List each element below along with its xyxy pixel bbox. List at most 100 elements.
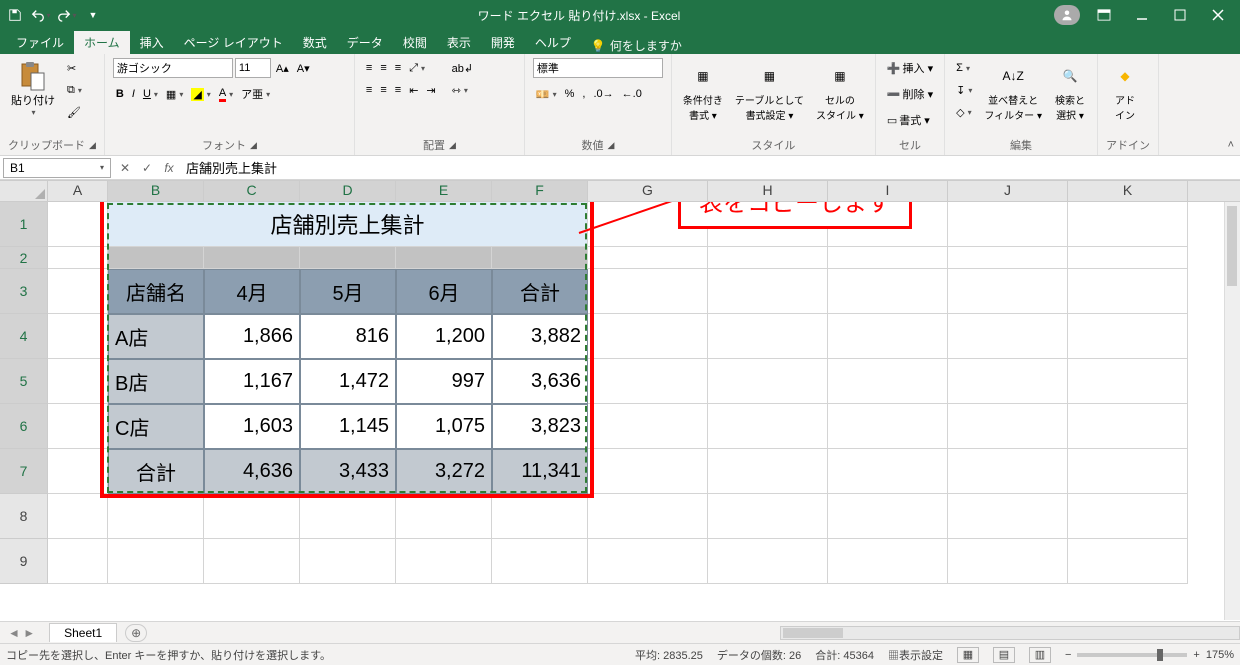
cell-K6[interactable] (1068, 404, 1188, 449)
cell-A6[interactable] (48, 404, 108, 449)
cell-K7[interactable] (1068, 449, 1188, 494)
cell-D2[interactable] (300, 247, 396, 269)
align-left-button[interactable]: ≡ (363, 80, 375, 100)
cell-B2[interactable] (108, 247, 204, 269)
cell-D9[interactable] (300, 539, 396, 584)
format-as-table-button[interactable]: ▦テーブルとして 書式設定 ▾ (732, 58, 807, 124)
cell-I3[interactable] (828, 269, 948, 314)
cell-I8[interactable] (828, 494, 948, 539)
cell-E2[interactable] (396, 247, 492, 269)
cell-E9[interactable] (396, 539, 492, 584)
cell-C8[interactable] (204, 494, 300, 539)
cell-K2[interactable] (1068, 247, 1188, 269)
font-size-combo[interactable] (235, 58, 271, 78)
phonetic-button[interactable]: ア亜▾ (238, 84, 273, 104)
cell-G3[interactable] (588, 269, 708, 314)
sort-filter-button[interactable]: A↓Z並べ替えと フィルター ▾ (981, 58, 1045, 124)
autosum-button[interactable]: Σ▾ (953, 58, 975, 78)
conditional-formatting-button[interactable]: ▦条件付き 書式 ▾ (680, 58, 726, 124)
copy-button[interactable]: ⧉▾ (64, 80, 85, 100)
cell-K8[interactable] (1068, 494, 1188, 539)
cell-I6[interactable] (828, 404, 948, 449)
cell-G7[interactable] (588, 449, 708, 494)
merge-center-button[interactable]: ⇿▾ (449, 80, 476, 100)
sheet-nav[interactable]: ◄ ► (0, 626, 43, 640)
cell-F5[interactable]: 3,636 (492, 359, 588, 404)
zoom-in-icon[interactable]: + (1193, 649, 1199, 661)
cell-B8[interactable] (108, 494, 204, 539)
tab-view[interactable]: 表示 (437, 31, 481, 54)
zoom-level[interactable]: 175% (1206, 649, 1234, 661)
tab-file[interactable]: ファイル (6, 31, 74, 54)
qat-customize-icon[interactable]: ▼ (82, 4, 104, 26)
increase-font-button[interactable]: A▴ (273, 58, 292, 78)
cell-E4[interactable]: 1,200 (396, 314, 492, 359)
cell-F7[interactable]: 11,341 (492, 449, 588, 494)
cell-C2[interactable] (204, 247, 300, 269)
undo-icon[interactable]: ▾ (30, 4, 52, 26)
cell-G5[interactable] (588, 359, 708, 404)
cell-B3[interactable]: 店舗名 (108, 269, 204, 314)
cell-G8[interactable] (588, 494, 708, 539)
cell-E3[interactable]: 6月 (396, 269, 492, 314)
collapse-ribbon-icon[interactable]: ˄ (1228, 139, 1234, 151)
cell-D8[interactable] (300, 494, 396, 539)
column-header-A[interactable]: A (48, 181, 108, 201)
column-header-J[interactable]: J (948, 181, 1068, 201)
cell-A4[interactable] (48, 314, 108, 359)
cell-C3[interactable]: 4月 (204, 269, 300, 314)
row-header-4[interactable]: 4 (0, 314, 48, 359)
cell-A8[interactable] (48, 494, 108, 539)
cell-H2[interactable] (708, 247, 828, 269)
worksheet-grid[interactable]: 1店舗別売上集計23店舗名4月5月6月合計4A店1,8668161,2003,8… (0, 202, 1240, 620)
cell-D4[interactable]: 816 (300, 314, 396, 359)
cell-H5[interactable] (708, 359, 828, 404)
cell-J5[interactable] (948, 359, 1068, 404)
cell-C9[interactable] (204, 539, 300, 584)
cell-I2[interactable] (828, 247, 948, 269)
cell-A1[interactable] (48, 202, 108, 247)
cell-F8[interactable] (492, 494, 588, 539)
tab-page-layout[interactable]: ページ レイアウト (174, 31, 293, 54)
cell-A7[interactable] (48, 449, 108, 494)
row-header-2[interactable]: 2 (0, 247, 48, 269)
formula-input[interactable] (180, 157, 1240, 179)
bold-button[interactable]: B (113, 84, 127, 104)
row-header-8[interactable]: 8 (0, 494, 48, 539)
column-header-D[interactable]: D (300, 181, 396, 201)
align-right-button[interactable]: ≡ (392, 80, 404, 100)
number-dialog-launcher[interactable]: ◢ (607, 140, 614, 151)
column-header-G[interactable]: G (588, 181, 708, 201)
cell-B9[interactable] (108, 539, 204, 584)
cell-B6[interactable]: C店 (108, 404, 204, 449)
cell-D5[interactable]: 1,472 (300, 359, 396, 404)
cell-J1[interactable] (948, 202, 1068, 247)
zoom-slider[interactable] (1077, 653, 1187, 657)
align-top-button[interactable]: ≡ (363, 58, 375, 78)
paste-button[interactable]: 貼り付け ▾ (8, 58, 58, 119)
cell-J7[interactable] (948, 449, 1068, 494)
cell-J4[interactable] (948, 314, 1068, 359)
percent-button[interactable]: % (562, 84, 578, 104)
cell-D3[interactable]: 5月 (300, 269, 396, 314)
addin-button[interactable]: ◆アド イン (1106, 58, 1144, 124)
insert-cells-button[interactable]: ➕挿入 ▾ (884, 58, 936, 78)
tab-insert[interactable]: 挿入 (130, 31, 174, 54)
cell-I7[interactable] (828, 449, 948, 494)
comma-button[interactable]: , (579, 84, 588, 104)
cell-H9[interactable] (708, 539, 828, 584)
cell-E8[interactable] (396, 494, 492, 539)
cell-J8[interactable] (948, 494, 1068, 539)
cell-E6[interactable]: 1,075 (396, 404, 492, 449)
cancel-formula-icon[interactable]: ✕ (114, 158, 136, 178)
cell-C4[interactable]: 1,866 (204, 314, 300, 359)
cell-K3[interactable] (1068, 269, 1188, 314)
cell-E5[interactable]: 997 (396, 359, 492, 404)
ribbon-options-icon[interactable] (1086, 1, 1122, 29)
cell-A5[interactable] (48, 359, 108, 404)
border-button[interactable]: ▦▾ (163, 84, 186, 104)
number-format-combo[interactable] (533, 58, 663, 78)
decrease-indent-button[interactable]: ⇤ (406, 80, 421, 100)
cell-H6[interactable] (708, 404, 828, 449)
delete-cells-button[interactable]: ➖削除 ▾ (884, 84, 936, 104)
